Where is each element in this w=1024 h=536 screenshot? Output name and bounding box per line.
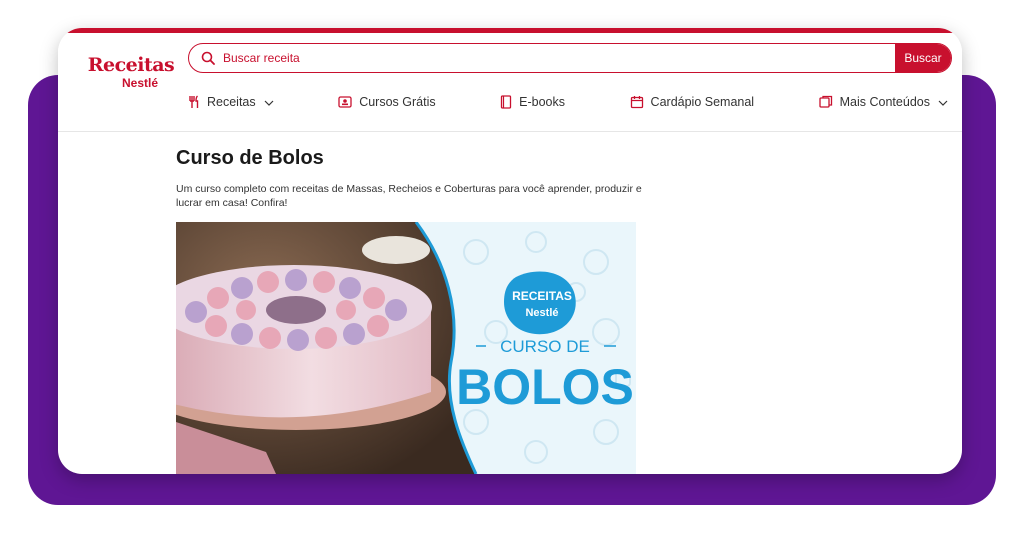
nav-item-ebooks[interactable]: E-books: [500, 95, 565, 109]
receitas-nestle-logo[interactable]: Receitas Nestlé: [86, 55, 176, 99]
utensils-icon: [188, 95, 200, 109]
nav-item-cursos-gratis[interactable]: Cursos Grátis: [338, 95, 436, 109]
badge-line1: RECEITAS: [512, 289, 572, 303]
nav-label-cardapio-semanal: Cardápio Semanal: [650, 95, 755, 109]
nav-item-cardapio-semanal[interactable]: Cardápio Semanal: [630, 95, 755, 109]
course-hero-image[interactable]: RECEITAS Nestlé CURSO DE BOLOS: [176, 222, 636, 474]
page-title: Curso de Bolos: [176, 147, 324, 169]
nav-label-cursos-gratis: Cursos Grátis: [359, 95, 436, 109]
browser-window: Receitas Nestlé Buscar Receitas: [58, 28, 962, 474]
main-navigation: Receitas Cursos Grátis E-books Cardápio …: [188, 91, 948, 113]
video-icon: [338, 96, 352, 108]
badge-line2: Nestlé: [525, 307, 558, 319]
nav-label-receitas: Receitas: [207, 95, 256, 109]
search-bar: Buscar: [188, 43, 952, 73]
logo-main-text: Receitas: [87, 54, 175, 76]
search-button[interactable]: Buscar: [895, 44, 951, 72]
nav-label-mais-conteudos: Mais Conteúdos: [839, 95, 930, 109]
search-input[interactable]: [223, 51, 895, 65]
main-content: Curso de Bolos Um curso completo com rec…: [176, 146, 656, 210]
book-icon: [500, 95, 512, 109]
course-label: CURSO DE: [500, 337, 590, 356]
course-name: BOLOS: [456, 359, 634, 415]
logo-sub-text: Nestlé: [121, 76, 159, 90]
receitas-nestle-badge: RECEITAS Nestlé: [504, 271, 576, 335]
nav-item-mais-conteudos[interactable]: Mais Conteúdos: [818, 95, 948, 109]
chevron-down-icon: [264, 95, 274, 109]
content-icon: [818, 95, 833, 109]
page-description: Um curso completo com receitas de Massas…: [176, 183, 642, 209]
search-icon: [193, 44, 223, 72]
chevron-down-icon: [938, 95, 948, 109]
site-header: Receitas Nestlé Buscar Receitas: [58, 33, 962, 132]
nav-label-ebooks: E-books: [519, 95, 565, 109]
calendar-icon: [630, 95, 644, 109]
nav-item-receitas[interactable]: Receitas: [188, 95, 274, 109]
